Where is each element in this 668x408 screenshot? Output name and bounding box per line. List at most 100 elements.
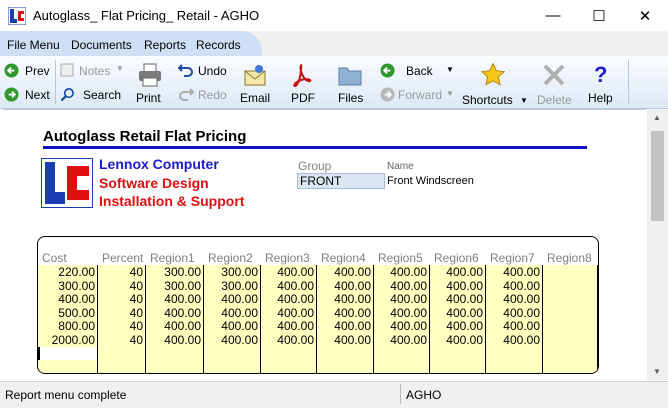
print-button[interactable]: Print: [131, 56, 169, 108]
pdf-icon: [293, 64, 312, 88]
table-cell[interactable]: 400.00: [486, 279, 543, 293]
table-cell[interactable]: 400.00: [430, 306, 486, 320]
scroll-down-icon[interactable]: ▼: [653, 367, 661, 376]
company-line-1: Lennox Computer: [99, 156, 219, 172]
prev-button[interactable]: Prev: [4, 62, 54, 80]
menu-file[interactable]: File Menu: [7, 38, 60, 52]
table-cell[interactable]: 400.00: [317, 320, 374, 333]
table-cell[interactable]: 400.00: [317, 306, 374, 320]
table-cell[interactable]: 300.00: [146, 279, 204, 293]
redo-button[interactable]: Redo: [178, 86, 230, 104]
search-button[interactable]: Search: [60, 86, 122, 104]
undo-button[interactable]: Undo: [178, 62, 230, 80]
table-cell[interactable]: [543, 307, 598, 320]
header-region4: Region4: [321, 251, 366, 265]
pdf-button[interactable]: PDF: [284, 56, 320, 108]
table-cell[interactable]: 400.00: [374, 293, 430, 306]
table-cell[interactable]: 400.00: [204, 320, 261, 333]
table-cell[interactable]: 400.00: [317, 279, 374, 293]
title-underline: [43, 146, 587, 149]
table-cell[interactable]: 40: [98, 279, 146, 293]
scroll-up-icon[interactable]: ▲: [653, 113, 661, 122]
email-button[interactable]: Email: [236, 56, 274, 108]
files-button[interactable]: Files: [333, 56, 369, 108]
table-cell[interactable]: [543, 266, 598, 279]
table-cell[interactable]: 400.00: [317, 333, 374, 347]
forward-button[interactable]: Forward ▼: [380, 86, 456, 104]
table-cell[interactable]: 400.00: [261, 266, 317, 279]
shortcuts-button[interactable]: Shortcuts ▼: [460, 56, 530, 108]
table-cell[interactable]: 400.00: [261, 306, 317, 320]
next-button[interactable]: Next: [4, 86, 54, 104]
table-cell[interactable]: 40: [98, 306, 146, 320]
forward-arrow-icon: [380, 87, 395, 102]
table-cell[interactable]: 800.00: [38, 320, 98, 333]
table-cell[interactable]: 40: [98, 266, 146, 279]
table-cell[interactable]: 400.00: [374, 320, 430, 333]
table-cell[interactable]: 300.00: [146, 266, 204, 279]
back-button[interactable]: Back ▼: [380, 62, 456, 80]
table-cell[interactable]: 400.00: [430, 266, 486, 279]
table-cell[interactable]: 400.00: [486, 293, 543, 306]
table-cell[interactable]: 400.00: [261, 320, 317, 333]
table-cell[interactable]: 400.00: [317, 293, 374, 306]
table-cell[interactable]: 400.00: [486, 333, 543, 347]
table-cell[interactable]: 400.00: [261, 293, 317, 306]
table-cell[interactable]: 400.00: [430, 320, 486, 333]
table-cell[interactable]: 400.00: [146, 320, 204, 333]
forward-label: Forward: [398, 88, 443, 102]
delete-button[interactable]: Delete: [534, 56, 574, 108]
back-arrow-icon: [380, 63, 395, 78]
table-cell[interactable]: 400.00: [430, 293, 486, 306]
menu-records[interactable]: Records: [196, 38, 241, 52]
help-button[interactable]: ? Help: [582, 56, 622, 108]
scrollbar-thumb[interactable]: [651, 131, 664, 221]
table-cell[interactable]: 400.00: [317, 266, 374, 279]
notes-button[interactable]: Notes ▼: [60, 62, 126, 80]
table-cell[interactable]: 40: [98, 293, 146, 306]
notes-label: Notes: [79, 64, 111, 78]
new-row-cost-input[interactable]: [38, 347, 97, 360]
menu-documents[interactable]: Documents: [71, 38, 132, 52]
table-cell[interactable]: 400.00: [204, 333, 261, 347]
table-cell[interactable]: 400.00: [374, 306, 430, 320]
table-cell[interactable]: 400.00: [374, 333, 430, 347]
table-cell[interactable]: 400.00: [261, 279, 317, 293]
table-cell[interactable]: 400.00: [486, 266, 543, 279]
table-cell[interactable]: 400.00: [38, 293, 98, 306]
table-cell[interactable]: 300.00: [38, 279, 98, 293]
table-cell[interactable]: [543, 280, 598, 293]
undo-label: Undo: [198, 64, 227, 78]
table-cell[interactable]: 500.00: [38, 306, 98, 320]
table-cell[interactable]: 300.00: [204, 266, 261, 279]
maximize-button[interactable]: ☐: [576, 0, 622, 31]
table-cell[interactable]: 40: [98, 333, 146, 347]
table-cell[interactable]: 400.00: [374, 279, 430, 293]
vertical-scrollbar[interactable]: ▲ ▼: [647, 109, 668, 380]
table-cell[interactable]: 400.00: [146, 306, 204, 320]
table-cell[interactable]: 400.00: [204, 306, 261, 320]
table-cell[interactable]: 400.00: [486, 320, 543, 333]
close-button[interactable]: ✕: [622, 0, 668, 31]
search-label: Search: [83, 88, 122, 102]
table-cell[interactable]: [543, 293, 598, 306]
table-cell[interactable]: [543, 334, 598, 347]
table-cell[interactable]: 2000.00: [38, 333, 98, 347]
table-cell[interactable]: 400.00: [204, 293, 261, 306]
table-cell[interactable]: 400.00: [261, 333, 317, 347]
table-cell[interactable]: 400.00: [430, 333, 486, 347]
table-cell[interactable]: 400.00: [430, 279, 486, 293]
table-cell[interactable]: 300.00: [204, 279, 261, 293]
table-cell[interactable]: 400.00: [374, 266, 430, 279]
table-cell[interactable]: 400.00: [146, 333, 204, 347]
table-cell[interactable]: 220.00: [38, 266, 98, 279]
company-logo-icon: [41, 158, 93, 208]
table-cell[interactable]: [543, 320, 598, 333]
menu-reports[interactable]: Reports: [144, 38, 186, 52]
group-field[interactable]: FRONT: [297, 173, 385, 189]
table-cell[interactable]: 40: [98, 320, 146, 333]
minimize-button[interactable]: —: [530, 0, 576, 31]
files-label: Files: [338, 91, 364, 105]
table-cell[interactable]: 400.00: [146, 293, 204, 306]
table-cell[interactable]: 400.00: [486, 306, 543, 320]
